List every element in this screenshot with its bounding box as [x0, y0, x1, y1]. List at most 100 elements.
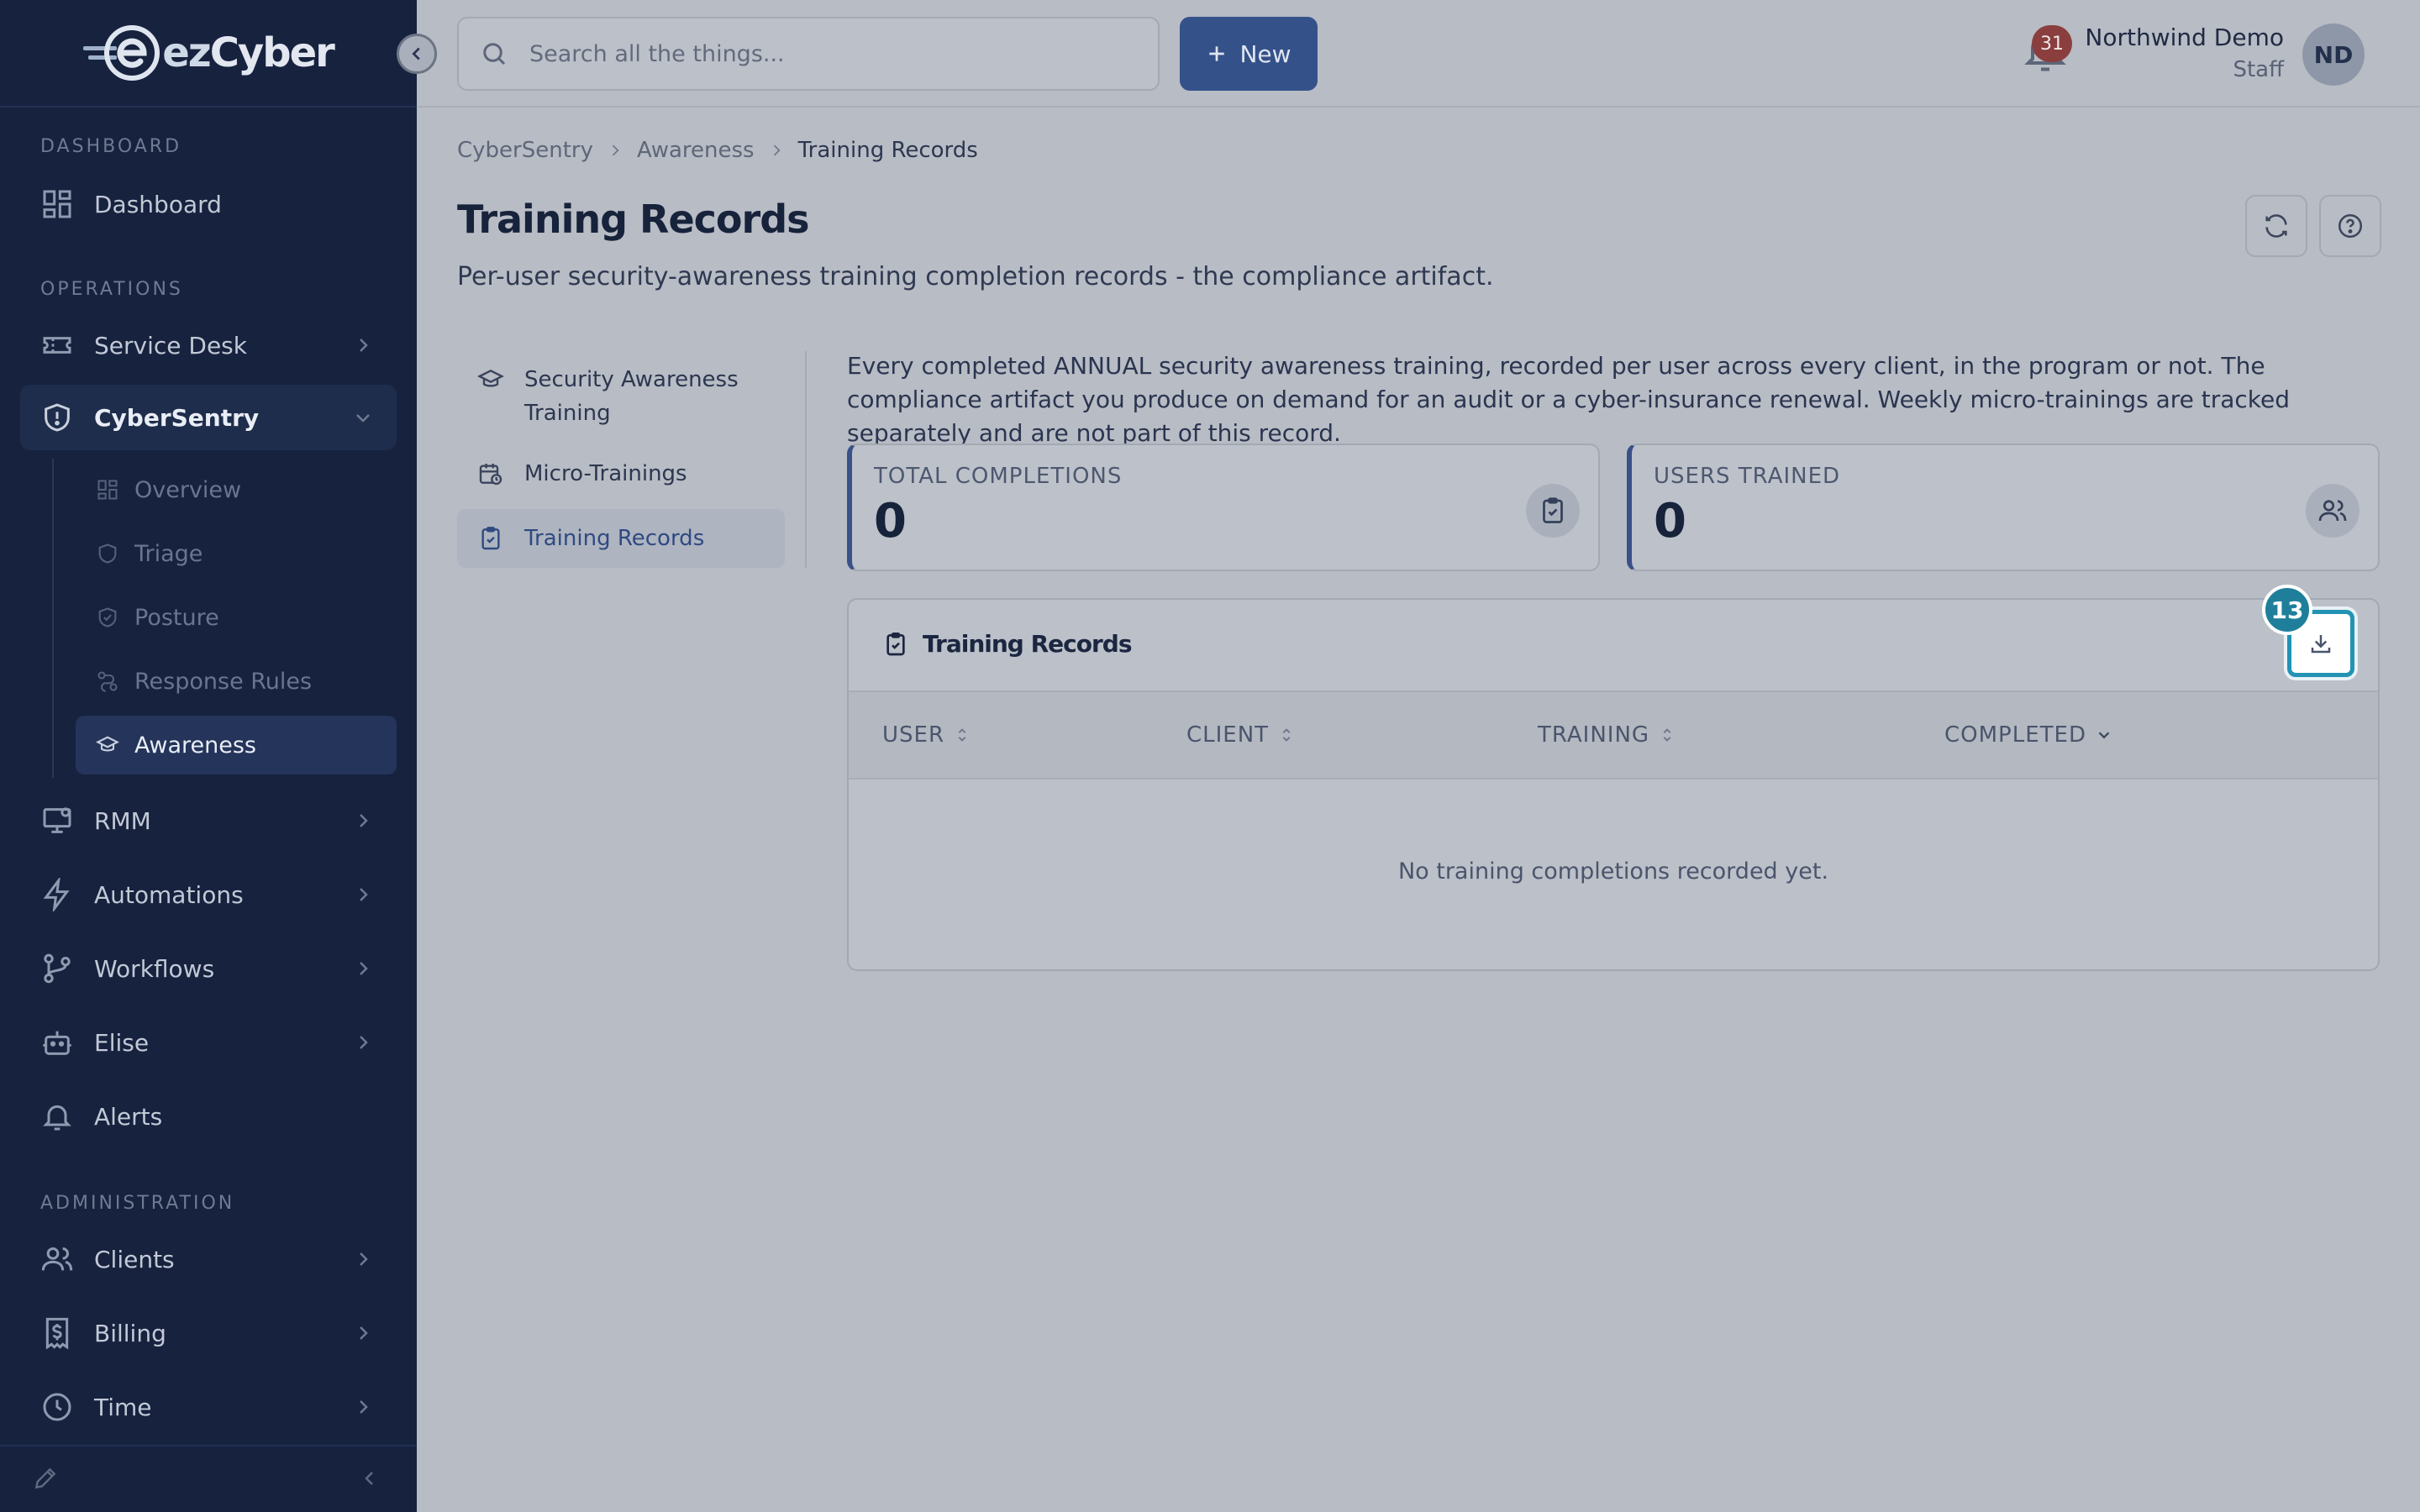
chevron-right-icon — [360, 1036, 368, 1049]
sidebar-item-label: Time — [94, 1393, 152, 1421]
sidebar-item-cybersentry[interactable]: CyberSentry — [20, 385, 397, 450]
clock-icon — [43, 1393, 71, 1421]
notification-count-badge: 31 — [2032, 25, 2072, 62]
column-header-label: TRAINING — [1538, 722, 1650, 748]
subnav-item-label: Micro-Trainings — [524, 461, 687, 486]
column-header-user[interactable]: USER — [882, 722, 971, 748]
sidebar-item-label: Billing — [94, 1319, 166, 1347]
column-header-completed[interactable]: COMPLETED — [1944, 722, 2113, 748]
pencil-icon[interactable] — [32, 1465, 59, 1492]
sort-icon — [1663, 728, 1671, 742]
user-name: Northwind Demo — [2085, 24, 2284, 51]
brand-name: ezCyber — [162, 29, 335, 76]
chevron-right-icon — [360, 1326, 368, 1340]
column-header-label: USER — [882, 722, 945, 748]
subnav-item-security-awareness-training[interactable]: Security Awareness Training — [457, 363, 785, 432]
sidebar-item-label: CyberSentry — [94, 403, 260, 432]
sidebar-subitem-response-rules[interactable]: Response Rules — [76, 652, 397, 711]
sidebar-item-label: Service Desk — [94, 331, 247, 360]
dashboard-icon — [43, 190, 71, 218]
section-label-administration: ADMINISTRATION — [40, 1193, 235, 1214]
step-number-badge: 13 — [2262, 585, 2312, 635]
refresh-button[interactable] — [2245, 195, 2307, 257]
column-header-client[interactable]: CLIENT — [1186, 722, 1296, 748]
stat-label: TOTAL COMPLETIONS — [874, 464, 1123, 489]
avatar[interactable]: ND — [2302, 24, 2365, 86]
sidebar-item-service-desk[interactable]: Service Desk — [20, 312, 397, 378]
chevron-left-icon — [412, 47, 420, 60]
chevron-right-icon — [360, 814, 368, 827]
breadcrumb-item-cybersentry[interactable]: CyberSentry — [457, 138, 593, 163]
column-header-label: CLIENT — [1186, 722, 1270, 748]
monitor-icon — [43, 807, 71, 833]
page-title: Training Records — [457, 197, 810, 242]
sidebar-item-elise[interactable]: Elise — [20, 1010, 397, 1075]
user-role: Staff — [2233, 57, 2284, 82]
sidebar-item-alerts[interactable]: Alerts — [20, 1084, 397, 1149]
sidebar-item-time[interactable]: Time — [20, 1374, 397, 1440]
grid-icon — [97, 480, 118, 500]
chevron-right-icon — [360, 888, 368, 901]
submenu-guide-line — [52, 459, 54, 778]
users-icon — [2318, 500, 2347, 522]
sidebar-item-label: Alerts — [94, 1102, 163, 1131]
download-icon — [2311, 635, 2331, 654]
sidebar-item-automations[interactable]: Automations — [20, 862, 397, 927]
table-header-bar: Training Records — [849, 600, 2378, 690]
plus-icon — [1209, 46, 1225, 61]
stat-label: USERS TRAINED — [1654, 464, 1841, 489]
users-icon — [41, 1247, 73, 1271]
search-input[interactable] — [529, 40, 1118, 67]
sort-descending-icon — [2098, 732, 2110, 739]
ticket-icon — [43, 337, 71, 354]
subnav-item-micro-trainings[interactable]: Micro-Trainings — [457, 457, 785, 494]
shield-check-icon — [98, 607, 117, 627]
sidebar-subitem-overview[interactable]: Overview — [76, 460, 397, 519]
new-button-label: New — [1239, 39, 1292, 68]
sidebar-item-dashboard[interactable]: Dashboard — [20, 171, 397, 237]
sidebar-subitem-label: Triage — [134, 540, 203, 567]
column-header-training[interactable]: TRAINING — [1538, 722, 1676, 748]
sidebar-subitem-label: Overview — [134, 476, 242, 503]
sort-icon — [1282, 728, 1291, 742]
breadcrumb: CyberSentry Awareness Training Records — [457, 138, 978, 163]
section-label-dashboard: DASHBOARD — [40, 136, 182, 157]
intro-description: Every completed ANNUAL security awarenes… — [847, 352, 2291, 447]
logo[interactable]: ezCyber — [83, 23, 335, 83]
clipboard-check-icon — [1543, 497, 1563, 523]
chevron-down-icon — [356, 414, 370, 423]
sidebar-item-workflows[interactable]: Workflows — [20, 936, 397, 1001]
sidebar-subitem-triage[interactable]: Triage — [76, 524, 397, 583]
subnav-item-training-records[interactable]: Training Records — [457, 509, 785, 568]
sidebar-item-label: Elise — [94, 1028, 150, 1057]
stat-value: 0 — [874, 494, 907, 549]
sidebar-item-billing[interactable]: Billing — [20, 1300, 397, 1366]
search-box[interactable] — [457, 17, 1160, 91]
stat-value: 0 — [1654, 494, 1686, 549]
help-circle-icon — [2338, 213, 2363, 239]
training-records-table-card: Training Records USER CLIENT TRAINING CO… — [847, 598, 2380, 971]
collapse-sidebar-button[interactable] — [397, 34, 437, 74]
chevron-right-icon — [360, 1400, 368, 1414]
chevron-right-icon — [360, 1252, 368, 1266]
sidebar-item-clients[interactable]: Clients — [20, 1226, 397, 1292]
help-button[interactable] — [2319, 195, 2381, 257]
chevron-right-icon — [612, 144, 619, 156]
sidebar-item-rmm[interactable]: RMM — [20, 788, 397, 853]
chevron-left-icon[interactable] — [360, 1468, 380, 1488]
sidebar-subitem-posture[interactable]: Posture — [76, 588, 397, 647]
brand-header: ezCyber — [0, 0, 437, 108]
empty-state-message: No training completions recorded yet. — [1397, 858, 1829, 885]
breadcrumb-item-awareness[interactable]: Awareness — [637, 138, 755, 163]
sidebar-item-label: Workflows — [94, 954, 215, 983]
new-button[interactable]: New — [1180, 17, 1318, 91]
table-title: Training Records — [882, 630, 1132, 658]
refresh-icon — [2265, 214, 2287, 238]
sidebar-subitem-awareness[interactable]: Awareness — [76, 716, 397, 774]
subnav-item-label: Training Records — [524, 526, 705, 551]
shield-icon — [98, 543, 117, 564]
bolt-icon — [43, 878, 70, 911]
calendar-clock-icon — [479, 464, 502, 486]
subnav-divider — [805, 351, 807, 568]
sidebar-item-label: Automations — [94, 880, 244, 909]
